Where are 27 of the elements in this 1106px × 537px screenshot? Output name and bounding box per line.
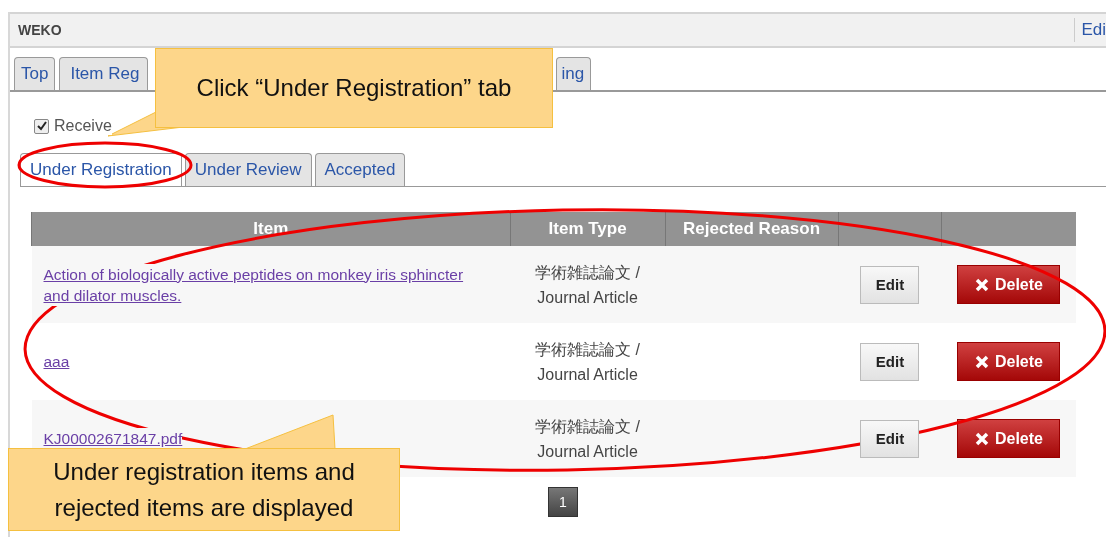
close-icon	[974, 277, 989, 292]
edit-button[interactable]: Edit	[860, 265, 920, 304]
edit-button[interactable]: Edit	[860, 342, 920, 381]
delete-button[interactable]: Delete	[957, 419, 1061, 458]
tab[interactable]: Top	[14, 57, 56, 90]
close-icon	[974, 431, 989, 446]
checkbox[interactable]	[34, 118, 49, 134]
item-type: 学術雑誌論文 / Journal Article	[535, 339, 641, 385]
page-button[interactable]: 1	[548, 487, 578, 517]
close-icon	[974, 354, 989, 369]
tab[interactable]: Accepted	[314, 153, 406, 186]
checkbox-label: Receive	[54, 117, 112, 135]
item-link[interactable]: KJ00002671847.pdf	[43, 428, 183, 449]
delete-button[interactable]: Delete	[957, 265, 1061, 304]
tab[interactable]: Under Review	[184, 153, 312, 186]
tab[interactable]: ing	[556, 57, 592, 90]
edit-button[interactable]: Edit	[860, 419, 920, 458]
item-type: 学術雑誌論文 / Journal Article	[535, 416, 641, 462]
column-header: Item Type	[510, 212, 666, 246]
header-link[interactable]: Edi	[1074, 18, 1106, 42]
tab[interactable]: Item Reg	[59, 57, 149, 90]
item-type: 学術雑誌論文 / Journal Article	[535, 262, 641, 308]
delete-button[interactable]: Delete	[957, 342, 1061, 381]
column-header: Rejected Reason	[665, 212, 838, 246]
column-header: Item	[31, 212, 511, 246]
site-title: WEKO	[17, 22, 62, 38]
tab[interactable]: Under Registration	[20, 153, 182, 186]
